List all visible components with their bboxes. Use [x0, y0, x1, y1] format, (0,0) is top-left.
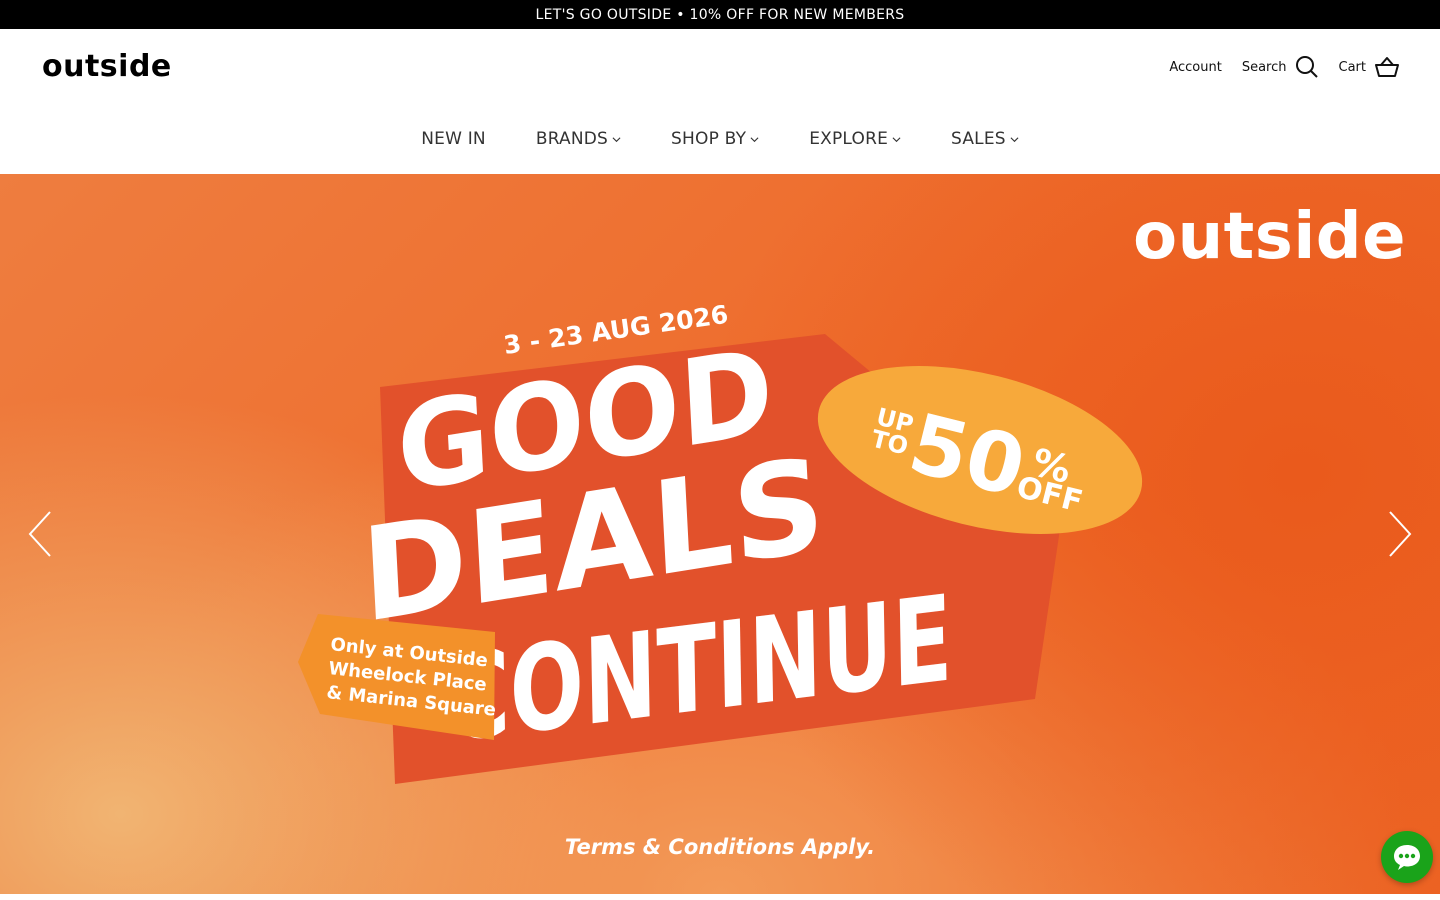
nav-item-sales[interactable]: SALES [951, 129, 1019, 149]
search-label: Search [1241, 59, 1287, 75]
account-label: Account [1169, 59, 1222, 75]
chevron-left-icon [28, 511, 51, 557]
basket-icon [1375, 57, 1399, 77]
nav-item-label: BRANDS [535, 129, 609, 149]
nav-item-explore[interactable]: EXPLORE [809, 129, 901, 149]
chevron-down-icon [892, 136, 901, 142]
terms-text: Terms & Conditions Apply. [565, 835, 875, 859]
account-link[interactable]: Account [1169, 60, 1222, 75]
hero-logo: outside [1133, 200, 1406, 274]
nav-item-new-in[interactable]: NEW IN [421, 129, 486, 149]
chevron-right-icon [1389, 511, 1412, 557]
nav-item-shop-by[interactable]: SHOP BY [671, 129, 759, 149]
cart-label: Cart [1338, 59, 1367, 75]
carousel-prev-button[interactable] [26, 510, 56, 558]
chat-button[interactable] [1381, 831, 1433, 883]
hero-banner[interactable]: 3 - 23 AUG 2026 GOOD DEALS CONTINUE UP T… [0, 174, 1440, 894]
nav-item-label: NEW IN [421, 129, 486, 149]
site-logo[interactable]: outside [42, 49, 172, 84]
site-header: outside Account Search Cart NEW IN BRANDS… [0, 29, 1440, 174]
nav-item-label: EXPLORE [809, 129, 889, 149]
nav-item-label: SALES [951, 129, 1006, 149]
announcement-bar: LET'S GO OUTSIDE • 10% OFF FOR NEW MEMBE… [0, 0, 1440, 29]
carousel-next-button[interactable] [1384, 510, 1414, 558]
nav-item-label: SHOP BY [671, 129, 747, 149]
chat-bubble-icon [1394, 845, 1420, 870]
main-navigation: NEW IN BRANDS SHOP BY EXPLORE SALES [0, 129, 1440, 149]
chevron-down-icon [612, 136, 621, 142]
chevron-down-icon [1010, 136, 1019, 142]
chevron-down-icon [750, 136, 759, 142]
cart-button[interactable]: Cart [1339, 56, 1401, 78]
hero-artwork: 3 - 23 AUG 2026 GOOD DEALS CONTINUE UP T… [298, 300, 1143, 859]
search-icon [1295, 56, 1318, 78]
announcement-text: LET'S GO OUTSIDE • 10% OFF FOR NEW MEMBE… [535, 6, 905, 23]
search-button[interactable]: Search [1242, 55, 1319, 79]
header-utilities: Account Search Cart [1169, 55, 1400, 79]
nav-item-brands[interactable]: BRANDS [536, 129, 621, 149]
